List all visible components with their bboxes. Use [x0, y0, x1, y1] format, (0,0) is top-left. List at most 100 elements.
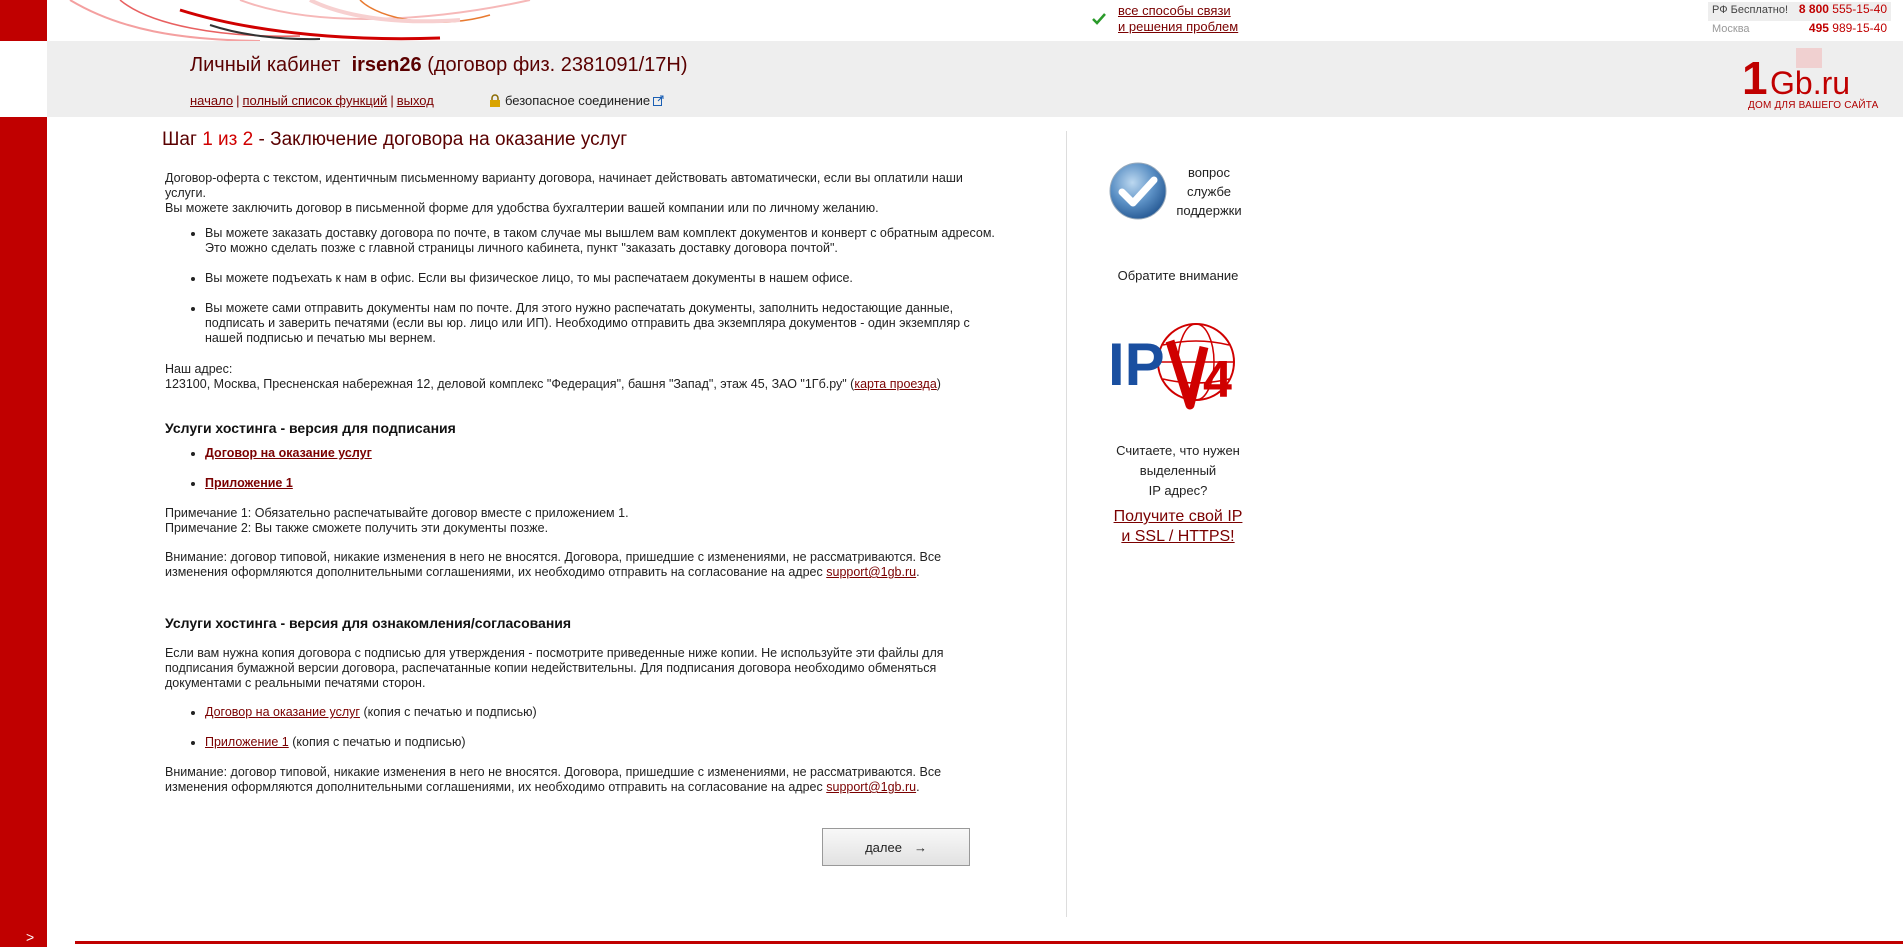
phone-row-free: РФ Бесплатно! 8 800 555-15-40 [1708, 2, 1891, 21]
check-icon [1092, 13, 1106, 25]
review-warning: Внимание: договор типовой, никакие измен… [165, 765, 1005, 795]
expand-arrow-icon[interactable]: > [26, 929, 34, 945]
phone-block: РФ Бесплатно! 8 800 555-15-40 Москва 495… [1708, 2, 1891, 40]
list-item: Вы можете подъехать к нам в офис. Если в… [205, 271, 1005, 286]
logo-tagline: ДОМ ДЛЯ ВАШЕГО САЙТА [1748, 100, 1879, 111]
support-l1: вопрос [1188, 164, 1230, 180]
address-close: ) [936, 377, 941, 391]
review-description: Если вам нужна копия договора с подписью… [165, 646, 944, 690]
ipv4-logo[interactable]: IP 4 [1108, 317, 1248, 417]
title-prefix: Личный кабинет [190, 54, 341, 76]
sidebar: вопрос службе поддержки Обратите внимани… [1090, 150, 1266, 547]
contract-copy-suffix: (копия с печатью и подписью) [359, 705, 537, 719]
map-link[interactable]: карта проезда [854, 377, 936, 391]
warning-dot: . [916, 780, 920, 794]
appendix-link[interactable]: Приложение 1 [205, 476, 293, 490]
warning-text: Внимание: договор типовой, никакие измен… [165, 765, 942, 794]
step-number: 1 из 2 [202, 129, 254, 150]
next-button-label: далее [865, 839, 902, 855]
page-title: Личный кабинет irsen26 (договор физ. 238… [190, 54, 688, 77]
appendix-copy-suffix: (копия с печатью и подписью) [288, 735, 466, 749]
top-nav: начало | полный список функций | выход [190, 93, 434, 108]
phone-moscow-digits: 989-15-40 [1832, 21, 1887, 35]
note-1: Примечание 1: Обязательно распечатывайте… [165, 506, 629, 520]
checkmark-circle-icon [1109, 162, 1167, 220]
list-item: Договор на оказание услуг [205, 446, 1005, 461]
logo-text: Gb.ru [1770, 65, 1850, 101]
list-item: Вы можете сами отправить документы нам п… [205, 301, 1005, 346]
nav-home-link[interactable]: начало [190, 93, 233, 108]
sign-warning: Внимание: договор типовой, никакие измен… [165, 550, 1005, 580]
list-item: Приложение 1 (копия с печатью и подписью… [205, 735, 1005, 750]
ip-question: Считаете, что нужен выделенный IP адрес? [1090, 441, 1266, 501]
phone-row-moscow: Москва 495 989-15-40 [1708, 21, 1891, 40]
ip-q2: выделенный [1139, 463, 1217, 478]
contract-copy-link[interactable]: Договор на оказание услуг [205, 705, 360, 719]
support-question-text: вопрос службе поддержки [1169, 163, 1249, 220]
ip-q1: Считаете, что нужен [1116, 443, 1240, 458]
nav-separator: | [390, 93, 394, 108]
phone-free-number: 8 800 555-15-40 [1799, 2, 1887, 16]
phone-free-digits: 555-15-40 [1832, 2, 1887, 16]
support-email-link[interactable]: support@1gb.ru [826, 565, 916, 579]
intro-paragraph-1: Договор-оферта с текстом, идентичным пис… [165, 171, 963, 200]
nav-logout-link[interactable]: выход [397, 93, 434, 108]
ip-link-l2: и SSL / HTTPS! [1121, 528, 1235, 545]
contract-link[interactable]: Договор на оказание услуг [205, 446, 372, 460]
ipv4-digit: 4 [1203, 351, 1232, 409]
support-l3: поддержки [1176, 202, 1242, 218]
secure-label: безопасное соединение [505, 93, 651, 108]
support-l2: службе [1186, 183, 1232, 199]
secure-connection: безопасное соединение [488, 93, 664, 108]
phone-free-label: РФ Бесплатно! [1712, 4, 1789, 16]
phone-moscow-label: Москва [1712, 23, 1750, 35]
section-review-title: Услуги хостинга - версия для ознакомлени… [165, 615, 572, 631]
list-item: Приложение 1 [205, 476, 1005, 491]
nav-functions-link[interactable]: полный список функций [242, 93, 387, 108]
ipv4-letters: IP [1108, 331, 1165, 398]
support-question-button[interactable]: вопрос службе поддержки [1090, 160, 1266, 222]
phone-moscow-number: 495 989-15-40 [1809, 21, 1887, 35]
arrow-right-icon: → [913, 839, 927, 855]
section-sign-title: Услуги хостинга - версия для подписания [165, 420, 456, 436]
review-links: Договор на оказание услуг (копия с печат… [165, 705, 1005, 750]
appendix-copy-link[interactable]: Приложение 1 [205, 735, 289, 749]
sign-links: Договор на оказание услуг Приложение 1 [165, 446, 1005, 491]
phone-free-code: 8 800 [1798, 2, 1829, 16]
contract-number: (договор физ. 2381091/17Н) [427, 54, 688, 76]
svg-text:1: 1 [1742, 52, 1768, 104]
list-item: Договор на оказание услуг (копия с печат… [205, 705, 1005, 720]
lock-icon [490, 93, 500, 107]
decorative-swirl [69, 0, 531, 41]
content-body: Договор-оферта с текстом, идентичным пис… [165, 171, 1005, 795]
warning-dot: . [916, 565, 920, 579]
intro-paragraph-2: Вы можете заключить договор в письменной… [165, 201, 879, 215]
column-divider [1066, 131, 1067, 917]
footer-red-line [75, 941, 1903, 944]
left-red-bar [0, 0, 47, 947]
warning-text: Внимание: договор типовой, никакие измен… [165, 550, 942, 579]
step-word: Шаг [162, 129, 197, 150]
address-text: 123100, Москва, Пресненская набережная 1… [165, 377, 855, 391]
step-title: Шаг 1 из 2 - Заключение договора на оказ… [162, 129, 1022, 151]
support-links: все способы связи и решения проблем [1118, 3, 1258, 35]
attention-label: Обратите внимание [1117, 268, 1239, 283]
note-2: Примечание 2: Вы также сможете получить … [165, 521, 549, 535]
get-ip-link[interactable]: Получите свой IP и SSL / HTTPS! [1090, 507, 1266, 547]
username: irsen26 [351, 54, 422, 76]
support-email-link[interactable]: support@1gb.ru [826, 780, 916, 794]
step-heading: - Заключение договора на оказание услуг [258, 129, 628, 150]
ip-link-l1: Получите свой IP [1113, 508, 1243, 525]
support-link-line1[interactable]: все способы связи [1118, 3, 1231, 18]
next-button[interactable]: далее → [822, 828, 970, 866]
phone-moscow-code: 495 [1808, 21, 1829, 35]
ip-q3: IP адрес? [1148, 483, 1208, 498]
intro-bullets: Вы можете заказать доставку договора по … [165, 226, 1005, 346]
address-label: Наш адрес: [165, 362, 233, 376]
external-link-icon[interactable] [653, 95, 664, 106]
list-item: Вы можете заказать доставку договора по … [205, 226, 1005, 256]
main-content: Шаг 1 из 2 - Заключение договора на оказ… [162, 129, 1022, 165]
left-bar-gap [0, 41, 47, 117]
address-line: 123100, Москва, Пресненская набережная 1… [165, 377, 1005, 392]
support-link-line2[interactable]: и решения проблем [1118, 19, 1238, 34]
